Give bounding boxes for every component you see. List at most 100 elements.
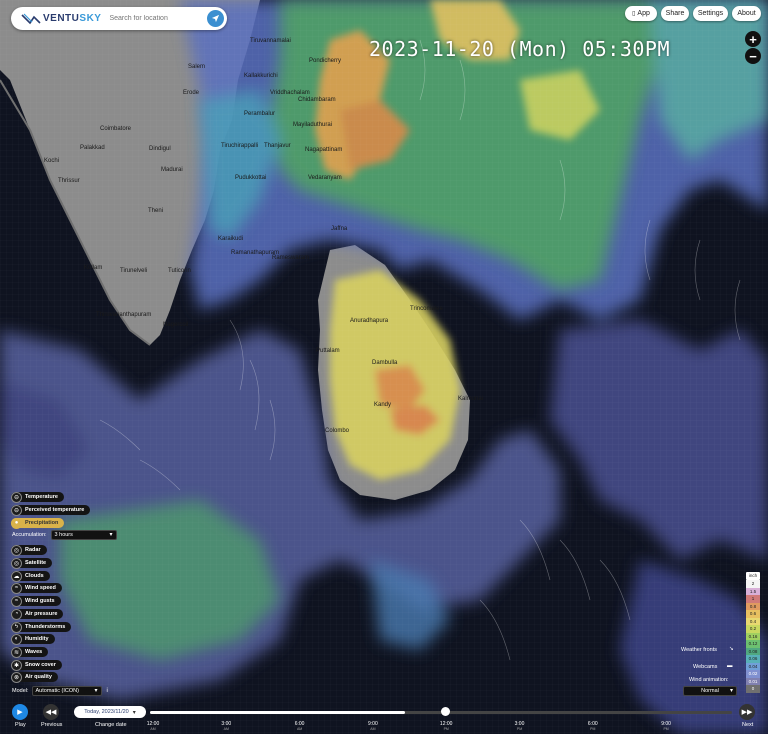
layer-air-pressure[interactable]: ◔ Air pressure: [11, 608, 64, 620]
map-label[interactable]: Nagapattinam: [305, 147, 342, 153]
map-label[interactable]: Vedaranyam: [308, 175, 342, 181]
model-row: Model: Automatic (ICON) i: [12, 686, 108, 696]
map-label[interactable]: Mayiladuthurai: [293, 122, 332, 128]
map-datetime: 2023-11-20 (Mon) 05:30PM: [369, 37, 670, 61]
play-button[interactable]: ▶: [12, 704, 28, 720]
air-quality-icon: ⊗: [11, 671, 22, 683]
timeline-tick[interactable]: 9:00 PM: [651, 721, 681, 731]
timeline-tick[interactable]: 6:00 PM: [578, 721, 608, 731]
accumulation-select[interactable]: 3 hours: [50, 530, 117, 540]
layer-wind-gusts[interactable]: ≈ Wind gusts: [11, 595, 61, 607]
settings-button[interactable]: Settings: [693, 6, 728, 21]
humidity-icon: ◐: [11, 633, 22, 645]
weather-map[interactable]: [0, 0, 768, 734]
timeline-tick[interactable]: 3:00 AM: [211, 721, 241, 731]
tick-ampm: AM: [150, 727, 156, 731]
previous-button[interactable]: ◀◀: [43, 704, 59, 720]
legend-value: 0.08: [746, 647, 760, 655]
timeline-handle[interactable]: [441, 707, 450, 716]
timeline-tick[interactable]: 12:00 PM: [431, 721, 461, 731]
layer-humidity[interactable]: ◐ Humidity: [11, 633, 55, 645]
map-label[interactable]: Kalmunai: [458, 396, 483, 402]
previous-label: Previous: [41, 722, 63, 728]
map-label[interactable]: Trincomalee: [410, 306, 443, 312]
layer-temperature[interactable]: ⊖ Temperature: [11, 491, 64, 503]
map-label[interactable]: Tirunelveli: [120, 268, 147, 274]
zoom-out-button[interactable]: −: [745, 48, 761, 64]
tick-ampm: PM: [663, 727, 669, 731]
layer-satellite[interactable]: ◎ Satellite: [11, 557, 53, 569]
map-label[interactable]: Dindigul: [149, 146, 171, 152]
map-label[interactable]: Kochi: [44, 158, 59, 164]
layer-wind-speed[interactable]: ≈ Wind speed: [11, 582, 62, 594]
map-label[interactable]: Madurai: [161, 167, 183, 173]
wind-animation-label: Wind animation:: [689, 677, 729, 683]
map-label[interactable]: Jaffna: [331, 226, 347, 232]
date-value: Today, 2023/11/20: [84, 709, 129, 715]
map-label[interactable]: Pudukkottai: [235, 175, 266, 181]
map-label[interactable]: Tiruvannamalai: [250, 38, 291, 44]
layer-clouds[interactable]: ☁ Clouds: [11, 570, 50, 582]
timeline-tick[interactable]: 9:00 AM: [358, 721, 388, 731]
map-label[interactable]: Kallakkurichi: [244, 73, 278, 79]
locate-button[interactable]: [207, 10, 224, 27]
wind-gust-icon: ≈: [11, 595, 22, 607]
wind-icon: ≈: [11, 582, 22, 594]
layer-radar[interactable]: ◎ Radar: [11, 544, 47, 556]
map-label[interactable]: Tuticorin: [168, 268, 191, 274]
map-label[interactable]: Salem: [188, 64, 205, 70]
about-button[interactable]: About: [732, 6, 761, 21]
map-label[interactable]: Tiruchirappalli: [221, 143, 258, 149]
map-label[interactable]: Vriddhachalam: [270, 90, 310, 96]
timeline-tick[interactable]: 12:00 AM: [138, 721, 168, 731]
webcams-toggle[interactable]: Webcams: [693, 664, 717, 670]
timeline-tick[interactable]: 3:00 PM: [505, 721, 535, 731]
search-bar: VENTUSKY: [11, 7, 227, 30]
accumulation-row: Accumulation: 3 hours: [12, 530, 117, 540]
map-label[interactable]: Thiruvananthapuram: [96, 312, 151, 318]
layer-perceived-temperature[interactable]: ⊖ Perceived temperature: [11, 504, 91, 516]
map-label[interactable]: Kollam: [84, 265, 102, 271]
map-label[interactable]: Dambulla: [372, 360, 397, 366]
layer-air-quality[interactable]: ⊗ Air quality: [11, 671, 58, 683]
ventusky-logo[interactable]: VENTUSKY: [21, 13, 101, 25]
legend-unit[interactable]: inch: [746, 572, 760, 580]
map-label[interactable]: Pondicherry: [309, 58, 341, 64]
map-label[interactable]: Erode: [183, 90, 199, 96]
map-label[interactable]: Anuradhapura: [350, 318, 388, 324]
zoom-in-button[interactable]: +: [745, 31, 761, 47]
share-button[interactable]: Share: [661, 6, 689, 21]
snowflake-icon: ✱: [11, 659, 22, 671]
map-label[interactable]: Coimbatore: [100, 126, 131, 132]
map-label[interactable]: Puttalam: [316, 348, 340, 354]
layer-waves[interactable]: ≋ Waves: [11, 646, 49, 658]
map-label[interactable]: Thanjavur: [264, 143, 291, 149]
map-label[interactable]: Chidambaram: [298, 97, 336, 103]
map-label[interactable]: Theni: [148, 208, 163, 214]
map-label[interactable]: Colombo: [325, 428, 349, 434]
layer-precipitation[interactable]: ● Precipitation: [11, 517, 65, 529]
layer-snow-cover[interactable]: ✱ Snow cover: [11, 659, 62, 671]
map-label[interactable]: Rameswaram: [272, 255, 309, 261]
play-label: Play: [15, 722, 26, 728]
info-icon[interactable]: i: [107, 688, 108, 694]
tick-ampm: AM: [296, 727, 303, 731]
map-label[interactable]: Karaikudi: [218, 236, 243, 242]
timeline-progress: [150, 711, 405, 714]
date-select[interactable]: Today, 2023/11/20: [74, 706, 146, 718]
map-label[interactable]: Nagercoil: [163, 322, 188, 328]
map-label[interactable]: Thrissur: [58, 178, 80, 184]
map-label[interactable]: Kandy: [374, 402, 391, 408]
wind-animation-select[interactable]: Normal: [683, 686, 737, 696]
next-button[interactable]: ▶▶: [739, 704, 755, 720]
model-select[interactable]: Automatic (ICON): [31, 686, 102, 696]
legend-value: 1: [746, 595, 760, 603]
app-button[interactable]: ▯ App: [625, 6, 657, 21]
weather-fronts-toggle[interactable]: Weather fronts: [681, 647, 717, 653]
layer-thunderstorms[interactable]: ϟ Thunderstorms: [11, 621, 72, 633]
search-input[interactable]: [109, 15, 200, 22]
location-arrow-icon: [211, 14, 220, 23]
timeline-tick[interactable]: 6:00 AM: [285, 721, 315, 731]
map-label[interactable]: Perambalur: [244, 111, 275, 117]
map-label[interactable]: Palakkad: [80, 145, 105, 151]
